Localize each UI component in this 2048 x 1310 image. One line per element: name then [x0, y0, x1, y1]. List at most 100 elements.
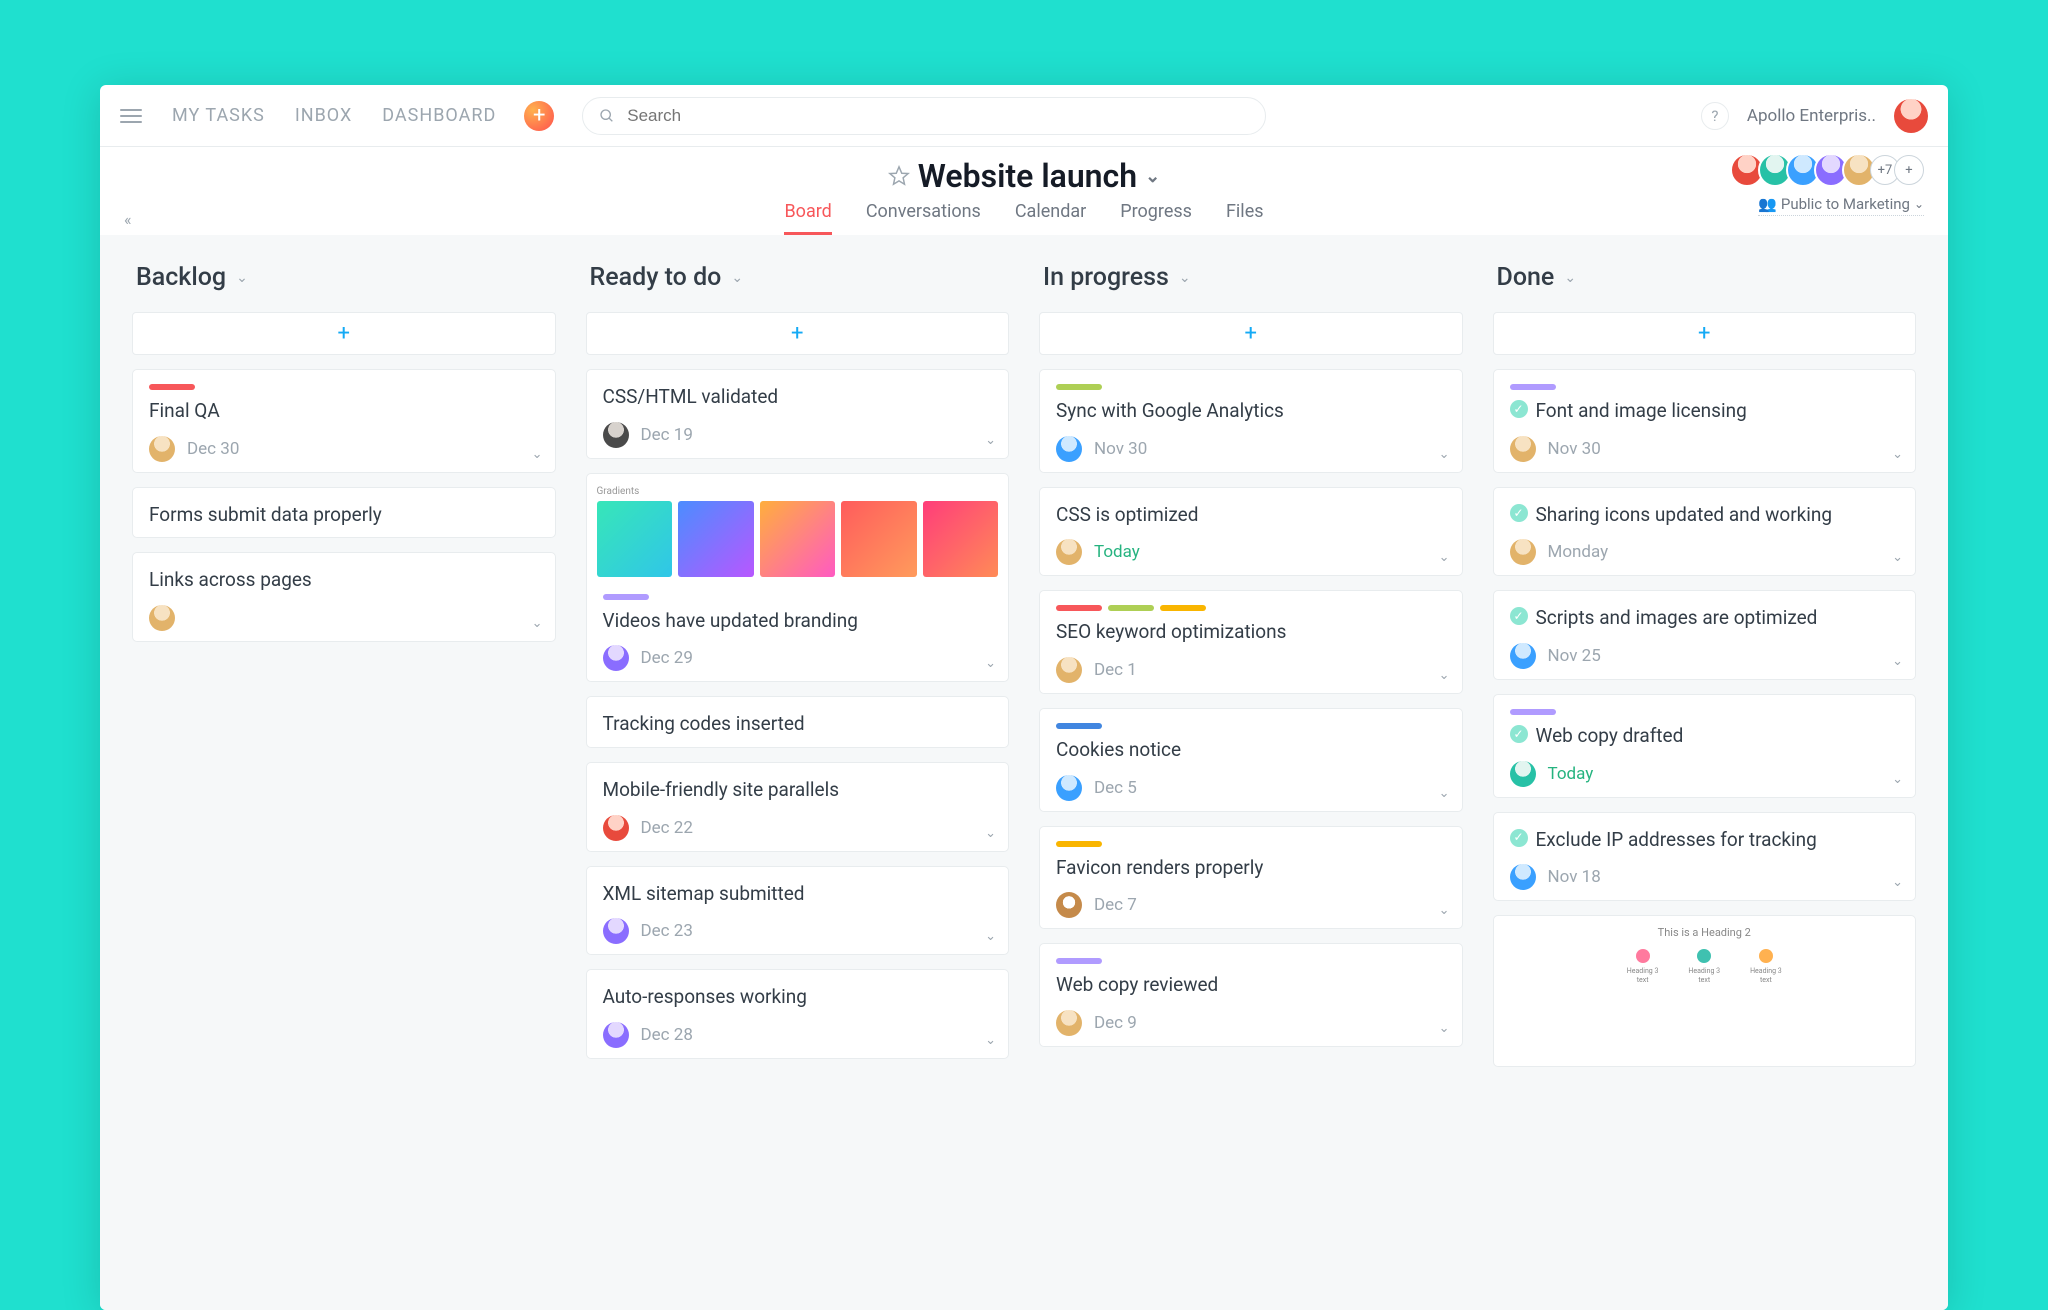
card-meta: Nov 30 [1510, 436, 1900, 462]
add-card-button[interactable]: + [1493, 312, 1917, 355]
tab-board[interactable]: Board [784, 201, 831, 235]
chevron-down-icon[interactable]: ⌄ [532, 616, 543, 631]
column-title: In progress [1043, 263, 1169, 292]
task-card[interactable]: Tracking codes inserted [586, 696, 1010, 748]
due-date: Dec 7 [1094, 895, 1137, 915]
assignee-avatar[interactable] [1056, 1010, 1082, 1036]
add-card-button[interactable]: + [586, 312, 1010, 355]
assignee-avatar[interactable] [1056, 539, 1082, 565]
current-user-avatar[interactable] [1894, 99, 1928, 133]
assignee-avatar[interactable] [603, 422, 629, 448]
help-button[interactable]: ? [1701, 102, 1729, 130]
global-add-button[interactable]: + [524, 101, 554, 131]
workspace-switcher[interactable]: Apollo Enterpris.. [1747, 106, 1876, 126]
search-input[interactable] [625, 105, 1249, 127]
nav-my-tasks[interactable]: MY TASKS [172, 105, 265, 126]
assignee-avatar[interactable] [603, 918, 629, 944]
chevron-down-icon[interactable]: ⌄ [985, 433, 996, 448]
task-card[interactable]: Forms submit data properly [132, 487, 556, 539]
chevron-down-icon[interactable]: ⌄ [1439, 668, 1450, 683]
tab-progress[interactable]: Progress [1120, 201, 1192, 235]
chevron-down-icon[interactable]: ⌄ [1439, 447, 1450, 462]
card-meta: Dec 28 [603, 1022, 993, 1048]
chevron-down-icon[interactable]: ⌄ [1145, 166, 1160, 187]
chevron-down-icon[interactable]: ⌄ [985, 826, 996, 841]
nav-inbox[interactable]: INBOX [295, 105, 352, 126]
task-card[interactable]: CSS is optimizedToday⌄ [1039, 487, 1463, 577]
chevron-down-icon[interactable]: ⌄ [1439, 903, 1450, 918]
task-card[interactable]: This is a Heading 2 Heading 3text Headin… [1493, 915, 1917, 1067]
chevron-down-icon[interactable]: ⌄ [1892, 772, 1903, 787]
due-date: Nov 25 [1548, 646, 1601, 666]
chevron-down-icon[interactable]: ⌄ [1439, 550, 1450, 565]
task-card[interactable]: XML sitemap submittedDec 23⌄ [586, 866, 1010, 956]
menu-icon[interactable] [120, 105, 142, 127]
chevron-down-icon[interactable]: ⌄ [1892, 447, 1903, 462]
chevron-down-icon[interactable]: ⌄ [1439, 1021, 1450, 1036]
assignee-avatar[interactable] [603, 645, 629, 671]
chevron-down-icon[interactable]: ⌄ [985, 929, 996, 944]
project-visibility[interactable]: 👥 Public to Marketing ⌄ [1758, 195, 1924, 216]
column-header[interactable]: In progress ⌄ [1039, 259, 1463, 298]
tag-blue [1056, 723, 1102, 729]
card-title: Links across pages [149, 567, 539, 593]
card-meta: Monday [1510, 539, 1900, 565]
task-card[interactable]: Sync with Google AnalyticsNov 30⌄ [1039, 369, 1463, 473]
chevron-down-icon[interactable]: ⌄ [985, 1033, 996, 1048]
project-title[interactable]: Website launch ⌄ [888, 157, 1160, 195]
assignee-avatar[interactable] [149, 605, 175, 631]
assignee-avatar[interactable] [1510, 436, 1536, 462]
task-card[interactable]: SEO keyword optimizationsDec 1⌄ [1039, 590, 1463, 694]
assignee-avatar[interactable] [1510, 539, 1536, 565]
task-card[interactable]: Cookies noticeDec 5⌄ [1039, 708, 1463, 812]
chevron-down-icon[interactable]: ⌄ [532, 447, 543, 462]
add-card-button[interactable]: + [132, 312, 556, 355]
tab-files[interactable]: Files [1226, 201, 1264, 235]
assignee-avatar[interactable] [1510, 864, 1536, 890]
task-card[interactable]: ✓Font and image licensing Nov 30⌄ [1493, 369, 1917, 473]
assignee-avatar[interactable] [1056, 775, 1082, 801]
chevron-down-icon: ⌄ [1179, 270, 1191, 286]
assignee-avatar[interactable] [603, 1022, 629, 1048]
due-date: Dec 29 [641, 648, 693, 668]
task-card[interactable]: ✓Exclude IP addresses for trackingNov 18… [1493, 812, 1917, 902]
task-card[interactable]: ✓Scripts and images are optimizedNov 25⌄ [1493, 590, 1917, 680]
chevron-down-icon[interactable]: ⌄ [1892, 550, 1903, 565]
chevron-down-icon[interactable]: ⌄ [985, 656, 996, 671]
assignee-avatar[interactable] [1510, 643, 1536, 669]
assignee-avatar[interactable] [149, 436, 175, 462]
add-card-button[interactable]: + [1039, 312, 1463, 355]
tab-conversations[interactable]: Conversations [866, 201, 981, 235]
column-header[interactable]: Backlog⌄ [132, 259, 556, 298]
chevron-down-icon[interactable]: ⌄ [1439, 786, 1450, 801]
chevron-down-icon[interactable]: ⌄ [1892, 654, 1903, 669]
due-date: Monday [1548, 542, 1609, 562]
assignee-avatar[interactable] [1510, 761, 1536, 787]
assignee-avatar[interactable] [1056, 657, 1082, 683]
task-card[interactable]: ✓Sharing icons updated and workingMonday… [1493, 487, 1917, 577]
assignee-avatar[interactable] [603, 815, 629, 841]
chevron-down-icon[interactable]: ⌄ [1892, 875, 1903, 890]
task-card[interactable]: Mobile-friendly site parallelsDec 22⌄ [586, 762, 1010, 852]
search-field[interactable] [582, 97, 1266, 135]
card-title: Mobile-friendly site parallels [603, 777, 993, 803]
sidebar-expand-icon[interactable]: « [124, 210, 132, 229]
nav-dashboard[interactable]: DASHBOARD [382, 105, 496, 126]
task-card[interactable]: Final QADec 30⌄ [132, 369, 556, 473]
assignee-avatar[interactable] [1056, 436, 1082, 462]
card-title: ✓Font and image licensing [1510, 398, 1900, 424]
star-icon[interactable] [888, 165, 910, 187]
task-card[interactable]: GradientsVideos have updated brandingDec… [586, 473, 1010, 683]
task-card[interactable]: CSS/HTML validatedDec 19⌄ [586, 369, 1010, 459]
task-card[interactable]: Links across pages ⌄ [132, 552, 556, 642]
tab-calendar[interactable]: Calendar [1015, 201, 1086, 235]
task-card[interactable]: Web copy reviewedDec 9⌄ [1039, 943, 1463, 1047]
task-card[interactable]: Favicon renders properlyDec 7⌄ [1039, 826, 1463, 930]
column-header[interactable]: Done⌄ [1493, 259, 1917, 298]
column-header[interactable]: Ready to do⌄ [586, 259, 1010, 298]
card-meta: Dec 5 [1056, 775, 1446, 801]
task-card[interactable]: ✓Web copy draftedToday⌄ [1493, 694, 1917, 798]
add-member-button[interactable]: + [1894, 155, 1924, 185]
task-card[interactable]: Auto-responses workingDec 28⌄ [586, 969, 1010, 1059]
assignee-avatar[interactable] [1056, 892, 1082, 918]
